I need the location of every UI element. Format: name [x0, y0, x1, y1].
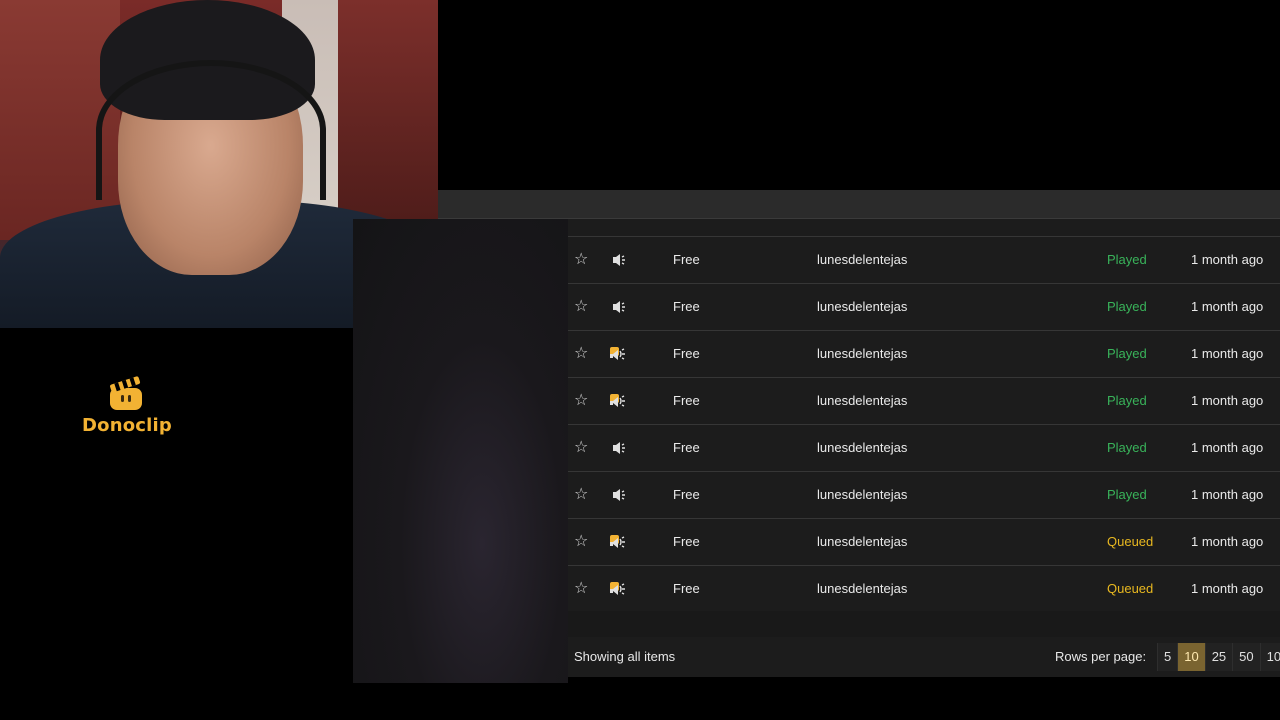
- showing-items-text: Showing all items: [574, 649, 676, 664]
- donor-username[interactable]: lunesdelentejas: [817, 331, 907, 377]
- status-badge: Played: [1107, 440, 1147, 455]
- logo-text: Donoclip: [82, 415, 172, 436]
- donor-username[interactable]: lunesdelentejas: [817, 519, 907, 565]
- page-size-option[interactable]: 10: [1259, 643, 1280, 671]
- rows-per-page-label: Rows per page:: [1055, 649, 1147, 664]
- status-badge: Played: [1107, 252, 1147, 267]
- timestamp: 1 month ago: [1191, 299, 1264, 314]
- donor-username[interactable]: lunesdelentejas: [817, 378, 907, 424]
- page-size-option[interactable]: 5: [1157, 643, 1178, 671]
- status-badge: Played: [1107, 346, 1147, 361]
- timestamp: 1 month ago: [1191, 393, 1264, 408]
- donation-type: Free: [673, 534, 700, 549]
- table-header-bar: [438, 190, 1280, 219]
- timestamp: 1 month ago: [1191, 346, 1264, 361]
- star-icon[interactable]: ☆: [574, 519, 590, 565]
- star-icon[interactable]: ☆: [574, 284, 590, 330]
- donation-type: Free: [673, 299, 700, 314]
- timestamp: 1 month ago: [1191, 581, 1264, 596]
- donoclip-logo: Donoclip: [82, 374, 172, 440]
- headset: [96, 60, 326, 200]
- left-panel: [0, 328, 353, 720]
- donor-username[interactable]: lunesdelentejas: [817, 472, 907, 518]
- donation-type: Free: [673, 252, 700, 267]
- table-row[interactable]: ☆ Free lunesdelentejas Played 1 month ago: [568, 330, 1280, 377]
- star-icon[interactable]: ☆: [574, 237, 590, 283]
- donation-type: Free: [673, 393, 700, 408]
- page-size-option[interactable]: 10: [1177, 643, 1205, 671]
- star-icon[interactable]: ☆: [574, 425, 590, 471]
- status-badge: Queued: [1107, 581, 1154, 596]
- table-row[interactable]: ☆ Free lunesdelentejas Queued 1 month ago: [568, 518, 1280, 565]
- status-badge: Played: [1107, 487, 1147, 502]
- video-speaker-icon: [610, 331, 634, 377]
- donation-type: Free: [673, 581, 700, 596]
- speaker-icon: [610, 237, 634, 283]
- donor-username[interactable]: lunesdelentejas: [817, 237, 907, 283]
- sidebar-background: [353, 219, 568, 683]
- star-icon[interactable]: ☆: [574, 566, 590, 612]
- timestamp: 1 month ago: [1191, 440, 1264, 455]
- table-footer: Showing all items Rows per page: 5 10 25 50…: [568, 637, 1280, 677]
- page-size-option[interactable]: 25: [1204, 643, 1233, 671]
- table-spacer: [568, 611, 1280, 637]
- table-row[interactable]: ☆ Free lunesdelentejas Played 1 month ago: [568, 236, 1280, 283]
- timestamp: 1 month ago: [1191, 534, 1264, 549]
- star-icon[interactable]: ☆: [574, 378, 590, 424]
- donations-table: ☆ Free lunesdelentejas Played 1 month ago ☆ Fr…: [568, 219, 1280, 611]
- table-row[interactable]: ☆ Free lunesdelentejas Played 1 month ago: [568, 377, 1280, 424]
- rows-per-page-selector: 5 10 25 50 10: [1157, 643, 1280, 671]
- video-speaker-icon: [610, 519, 634, 565]
- donor-username[interactable]: lunesdelentejas: [817, 425, 907, 471]
- video-speaker-icon: [610, 566, 634, 612]
- timestamp: 1 month ago: [1191, 487, 1264, 502]
- clapperboard-icon: [110, 376, 142, 410]
- status-badge: Played: [1107, 393, 1147, 408]
- donation-type: Free: [673, 487, 700, 502]
- table-row[interactable]: ☆ Free lunesdelentejas Played 1 month ago: [568, 424, 1280, 471]
- table-row[interactable]: ☆ Free lunesdelentejas Queued 1 month ago: [568, 565, 1280, 612]
- donor-username[interactable]: lunesdelentejas: [817, 284, 907, 330]
- star-icon[interactable]: ☆: [574, 472, 590, 518]
- table-row[interactable]: ☆ Free lunesdelentejas Played 1 month ago: [568, 471, 1280, 518]
- speaker-icon: [610, 284, 634, 330]
- speaker-icon: [610, 425, 634, 471]
- status-badge: Played: [1107, 299, 1147, 314]
- donation-type: Free: [673, 346, 700, 361]
- speaker-icon: [610, 472, 634, 518]
- donor-username[interactable]: lunesdelentejas: [817, 566, 907, 612]
- donation-type: Free: [673, 440, 700, 455]
- status-badge: Queued: [1107, 534, 1154, 549]
- timestamp: 1 month ago: [1191, 252, 1264, 267]
- star-icon[interactable]: ☆: [574, 331, 590, 377]
- table-row[interactable]: ☆ Free lunesdelentejas Played 1 month ago: [568, 283, 1280, 330]
- video-speaker-icon: [610, 378, 634, 424]
- page-size-option[interactable]: 50: [1232, 643, 1260, 671]
